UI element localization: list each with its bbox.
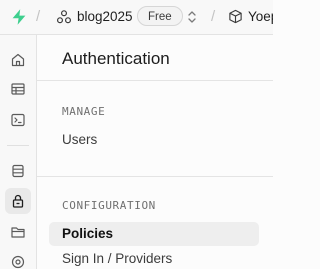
project-name[interactable]: blog2025: [77, 8, 133, 26]
table-editor-icon: [11, 83, 25, 95]
storage-icon: [11, 227, 25, 238]
rail-divider: [7, 145, 29, 146]
branch-name[interactable]: Yoep: [248, 8, 273, 26]
plan-badge: Free: [137, 6, 183, 26]
box-icon: [229, 9, 242, 24]
nav-storage[interactable]: [5, 219, 31, 245]
menu-item-sign-in-providers[interactable]: Sign In / Providers: [62, 250, 172, 268]
nav-edge-functions[interactable]: [5, 249, 31, 269]
database-icon: [12, 164, 24, 178]
top-bar: / blog2025 Free / Yoep: [0, 0, 273, 35]
auth-side-menu: Authentication MANAGE Users CONFIGURATIO…: [37, 35, 273, 269]
app-window: / blog2025 Free / Yoep: [0, 0, 273, 269]
authentication-lock-icon: [12, 194, 24, 208]
sql-editor-icon: [11, 113, 25, 127]
menu-item-policies[interactable]: Policies: [49, 222, 259, 246]
section-heading-configuration: CONFIGURATION: [62, 199, 156, 212]
nav-table-editor[interactable]: [5, 76, 31, 102]
chevron-up-down-icon[interactable]: [186, 9, 198, 25]
page-title: Authentication: [62, 49, 170, 68]
menu-divider: [37, 80, 273, 81]
nav-home[interactable]: [5, 47, 31, 73]
organization-icon: [56, 10, 72, 24]
nav-sql-editor[interactable]: [5, 107, 31, 133]
menu-divider: [37, 176, 273, 177]
nav-authentication[interactable]: [5, 188, 31, 214]
nav-database[interactable]: [5, 158, 31, 184]
left-nav-rail: [0, 35, 37, 269]
home-icon: [11, 53, 25, 67]
breadcrumb-separator: /: [211, 8, 216, 25]
edge-functions-icon: [11, 255, 25, 269]
breadcrumb-separator: /: [36, 8, 41, 25]
supabase-bolt-icon[interactable]: [10, 8, 28, 26]
section-heading-manage: MANAGE: [62, 105, 106, 118]
menu-item-users[interactable]: Users: [62, 131, 97, 149]
